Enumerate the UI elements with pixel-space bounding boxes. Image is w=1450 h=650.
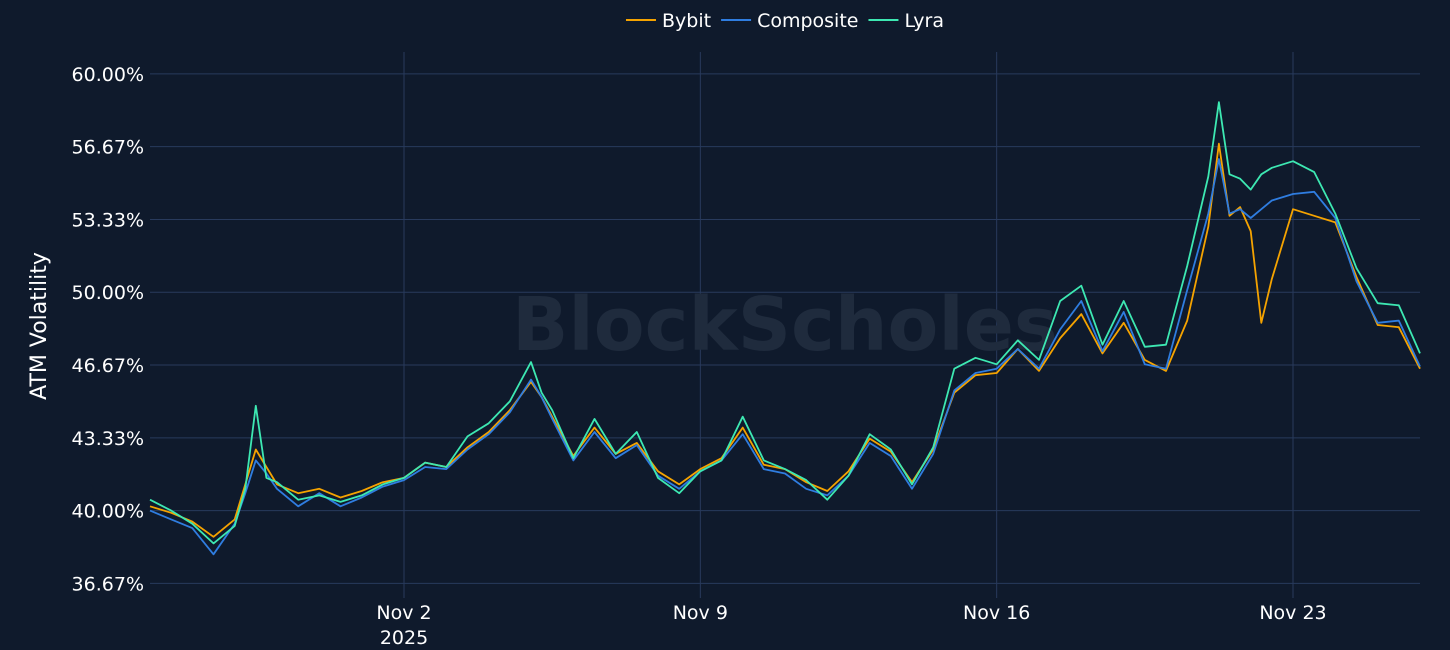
- y-axis-title: ATM Volatility: [27, 252, 52, 400]
- y-tick-label: 50.00%: [72, 282, 144, 304]
- x-tick-label: Nov 16: [963, 602, 1030, 624]
- y-tick-label: 60.00%: [72, 64, 144, 86]
- legend[interactable]: Bybit Composite Lyra: [625, 10, 944, 32]
- y-axis-tick-labels: 36.67% 40.00% 43.33% 46.67% 50.00% 53.33% 56.6…: [72, 64, 144, 596]
- y-tick-label: 36.67%: [72, 573, 144, 595]
- x-tick-label: Nov 9: [673, 602, 728, 624]
- watermark-text: BlockScholes: [512, 282, 1058, 368]
- legend-item-lyra[interactable]: Lyra: [868, 10, 944, 32]
- y-tick-label: 40.00%: [72, 501, 144, 523]
- legend-label: Bybit: [662, 10, 711, 32]
- legend-item-bybit[interactable]: Bybit: [625, 10, 711, 32]
- y-tick-label: 53.33%: [72, 210, 144, 232]
- y-tick-label: 46.67%: [72, 355, 144, 377]
- x-tick-label: Nov 23: [1259, 602, 1326, 624]
- legend-label: Composite: [757, 10, 858, 32]
- y-tick-label: 43.33%: [72, 428, 144, 450]
- y-tick-label: 56.67%: [72, 137, 144, 159]
- legend-item-composite[interactable]: Composite: [721, 10, 858, 32]
- x-tick-year-label: 2025: [380, 627, 428, 649]
- legend-label: Lyra: [904, 10, 944, 32]
- x-axis-tick-labels: Nov 2 2025 Nov 9 Nov 16 Nov 23: [376, 602, 1326, 649]
- x-tick-label: Nov 2: [376, 602, 431, 624]
- volatility-line-chart: BlockScholes 36.67% 40.00% 43.33% 46.67% 50.…: [27, 10, 1421, 649]
